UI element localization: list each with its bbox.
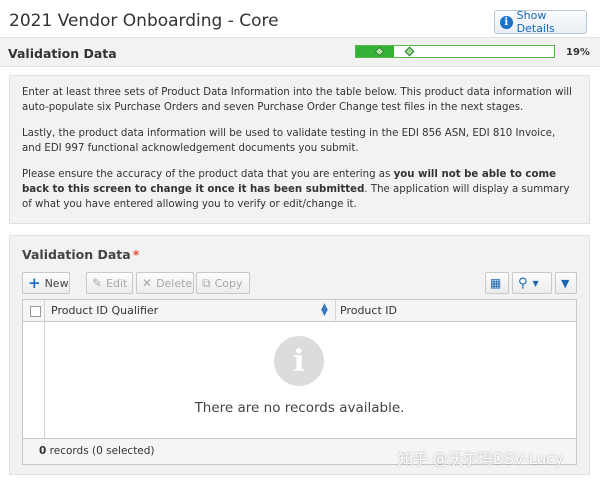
sort-icon[interactable]: ▲ ▼ bbox=[321, 303, 328, 318]
filter-icon: ▼ bbox=[561, 276, 570, 290]
info-icon: i bbox=[274, 336, 324, 386]
column-chooser-icon: ▦ bbox=[490, 276, 502, 290]
edit-button[interactable]: ✎ Edit bbox=[86, 272, 133, 294]
plus-icon: + bbox=[28, 274, 41, 292]
progress-percent: 19% bbox=[566, 47, 590, 58]
copy-label: Copy bbox=[214, 276, 243, 290]
instructions-paragraph: Please ensure the accuracy of the produc… bbox=[22, 167, 577, 212]
search-button[interactable]: ⚲ ▼ bbox=[512, 272, 552, 294]
section-title: Validation Data bbox=[8, 46, 117, 61]
edit-label: Edit bbox=[106, 276, 128, 290]
close-icon: ✕ bbox=[142, 276, 153, 290]
column-divider bbox=[335, 300, 336, 322]
info-icon: i bbox=[500, 15, 513, 29]
progress-bar bbox=[355, 45, 555, 58]
select-all-checkbox[interactable] bbox=[30, 306, 41, 317]
page-title: 2021 Vendor Onboarding - Core bbox=[9, 11, 279, 31]
progress-marker-icon bbox=[404, 46, 415, 57]
copy-button[interactable]: ⧉ Copy bbox=[196, 272, 250, 294]
new-label: New bbox=[44, 276, 69, 290]
required-marker: * bbox=[132, 247, 140, 262]
column-divider bbox=[44, 300, 45, 322]
show-details-label: Show Details bbox=[516, 9, 555, 35]
column-header-product-id[interactable]: Product ID bbox=[340, 304, 397, 317]
delete-button[interactable]: ✕ Delete bbox=[136, 272, 194, 294]
instructions-paragraph: Lastly, the product data information wil… bbox=[22, 128, 556, 154]
grid-header: Product ID Qualifier ▲ ▼ Product ID bbox=[23, 300, 576, 322]
instructions-text: Please ensure the accuracy of the produc… bbox=[22, 169, 394, 180]
pencil-icon: ✎ bbox=[92, 276, 103, 290]
validation-progress-header: Validation Data 19% bbox=[0, 37, 600, 67]
column-header-product-id-qualifier[interactable]: Product ID Qualifier bbox=[51, 304, 158, 317]
column-chooser-button[interactable]: ▦ bbox=[485, 272, 509, 294]
product-data-grid: Product ID Qualifier ▲ ▼ Product ID i The… bbox=[22, 299, 577, 465]
filter-button[interactable]: ▼ bbox=[555, 272, 577, 294]
search-icon: ⚲ bbox=[518, 275, 528, 291]
record-count-label: records (0 selected) bbox=[46, 445, 155, 457]
panel-title-label: Validation Data bbox=[22, 247, 131, 262]
watermark: 知乎 @沃尔玛DSV-Lucy bbox=[398, 450, 564, 468]
chevron-down-icon: ▼ bbox=[532, 278, 539, 288]
delete-label: Delete bbox=[156, 276, 193, 290]
row-selector-divider bbox=[44, 322, 45, 438]
empty-message: There are no records available. bbox=[194, 400, 405, 416]
copy-icon: ⧉ bbox=[202, 275, 211, 290]
panel-title: Validation Data * bbox=[22, 247, 139, 262]
instructions-paragraph: Enter at least three sets of Product Dat… bbox=[22, 87, 572, 113]
show-details-button[interactable]: i Show Details bbox=[494, 9, 587, 35]
new-button[interactable]: + New bbox=[22, 272, 70, 294]
instructions-box: Enter at least three sets of Product Dat… bbox=[9, 75, 590, 224]
validation-data-panel: Validation Data * + New ✎ Edit ✕ Delete ⧉… bbox=[9, 235, 590, 475]
